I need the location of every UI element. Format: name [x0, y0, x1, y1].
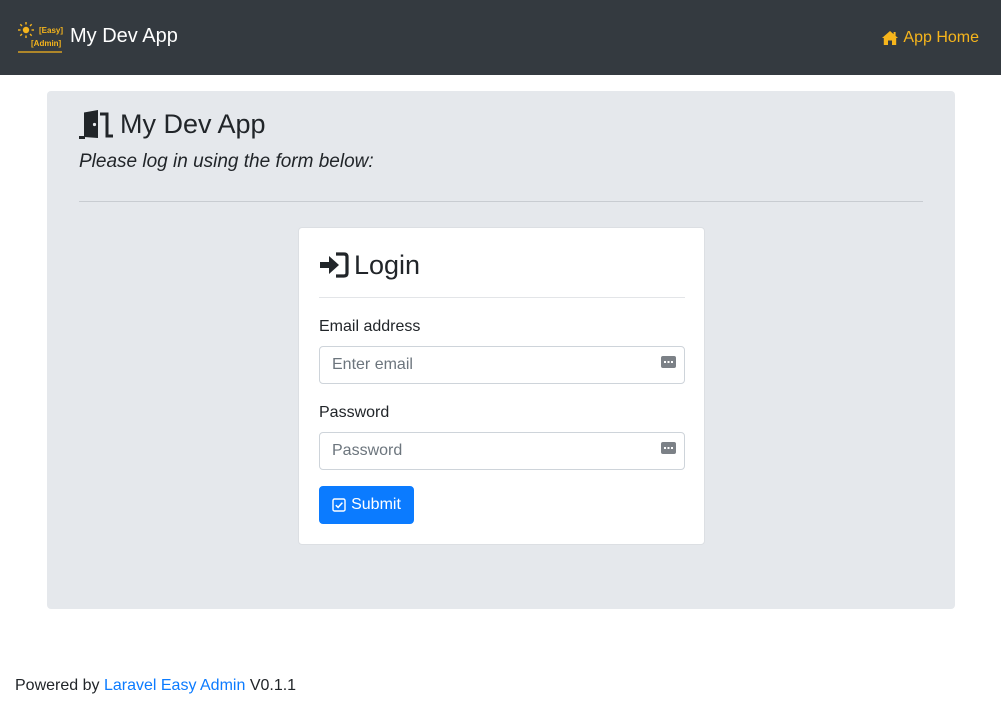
login-card: Login Email address Password Submit — [298, 227, 705, 545]
page-title-text: My Dev App — [120, 109, 266, 139]
login-title: Login — [319, 248, 420, 282]
sun-icon — [18, 21, 34, 38]
page-title: My Dev App — [79, 107, 266, 141]
door-open-icon — [79, 110, 113, 139]
logo-text-line2: [Admin] — [31, 39, 62, 48]
login-title-text: Login — [354, 250, 421, 280]
footer: Powered by Laravel Easy Admin V0.1.1 — [15, 676, 296, 696]
check-square-icon — [332, 498, 346, 512]
laravel-easy-admin-link[interactable]: Laravel Easy Admin — [104, 677, 245, 694]
login-instructions: Please log in using the form below: — [79, 151, 374, 172]
footer-prefix: Powered by — [15, 677, 100, 694]
password-label: Password — [319, 404, 390, 421]
submit-button[interactable]: Submit — [319, 486, 414, 524]
autofill-key-icon[interactable] — [661, 356, 676, 368]
submit-label: Submit — [351, 496, 401, 513]
top-navbar: [Easy] [Admin] My Dev App App Home — [0, 0, 1001, 75]
app-home-label: App Home — [903, 28, 979, 46]
divider — [79, 201, 923, 202]
home-icon — [882, 30, 899, 45]
app-home-link[interactable]: App Home — [881, 29, 979, 47]
login-jumbotron: My Dev App Please log in using the form … — [47, 91, 955, 609]
email-label: Email address — [319, 318, 421, 335]
autofill-key-icon[interactable] — [661, 442, 676, 454]
password-field-wrapper — [319, 432, 685, 470]
email-input[interactable] — [319, 346, 685, 384]
email-field-wrapper — [319, 346, 685, 384]
brand-link[interactable]: [Easy] [Admin] My Dev App — [17, 21, 178, 55]
brand-name: My Dev App — [70, 25, 178, 47]
sign-in-icon — [320, 252, 349, 278]
footer-version: V0.1.1 — [249, 677, 297, 694]
card-divider — [319, 297, 685, 298]
password-input[interactable] — [319, 432, 685, 470]
easy-admin-logo: [Easy] [Admin] — [18, 21, 63, 53]
logo-text-line1: [Easy] — [39, 26, 63, 35]
